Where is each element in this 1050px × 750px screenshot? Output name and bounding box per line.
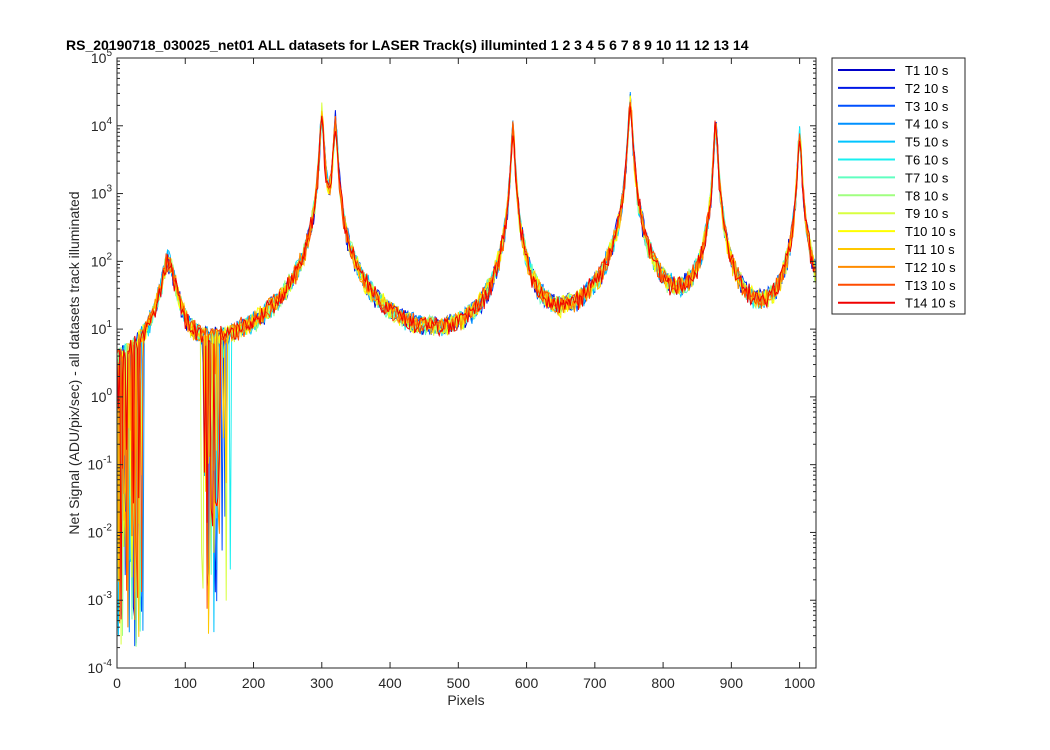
chart-title: RS_20190718_030025_net01 ALL datasets fo…: [66, 37, 749, 53]
y-axis-label: Net Signal (ADU/pix/sec) - all datasets …: [66, 191, 82, 534]
legend-label: T13 10 s: [905, 278, 956, 293]
legend-label: T4 10 s: [905, 117, 949, 132]
x-tick-label: 900: [720, 675, 744, 691]
legend-label: T11 10 s: [905, 242, 955, 257]
chart-figure: RS_20190718_030025_net01 ALL datasets fo…: [0, 0, 1050, 750]
legend-label: T9 10 s: [905, 206, 949, 221]
x-tick-label: 0: [113, 675, 121, 691]
x-tick-label: 200: [242, 675, 266, 691]
legend-label: T1 10 s: [905, 63, 949, 78]
x-tick-label: 800: [651, 675, 675, 691]
legend-box: [831, 57, 966, 315]
legend-label: T12 10 s: [905, 260, 956, 275]
x-tick-label: 100: [174, 675, 198, 691]
legend-label: T8 10 s: [905, 188, 949, 203]
legend-label: T7 10 s: [905, 170, 949, 185]
legend: T1 10 s T2 10 s T3 10 s T4 10 s T5 10 s T6 10…: [831, 57, 966, 315]
x-axis-label: Pixels: [447, 692, 484, 708]
x-tick-label: 300: [310, 675, 334, 691]
legend-label: T2 10 s: [905, 81, 949, 96]
x-tick-label: 500: [447, 675, 471, 691]
x-tick-label: 700: [583, 675, 607, 691]
legend-label: T14 10 s: [905, 296, 956, 311]
x-tick-label: 1000: [784, 675, 815, 691]
legend-label: T3 10 s: [905, 99, 949, 114]
legend-label: T6 10 s: [905, 153, 949, 168]
legend-label: T10 10 s: [905, 224, 956, 239]
x-tick-label: 400: [378, 675, 402, 691]
legend-label: T5 10 s: [905, 135, 949, 150]
x-tick-label: 600: [515, 675, 539, 691]
